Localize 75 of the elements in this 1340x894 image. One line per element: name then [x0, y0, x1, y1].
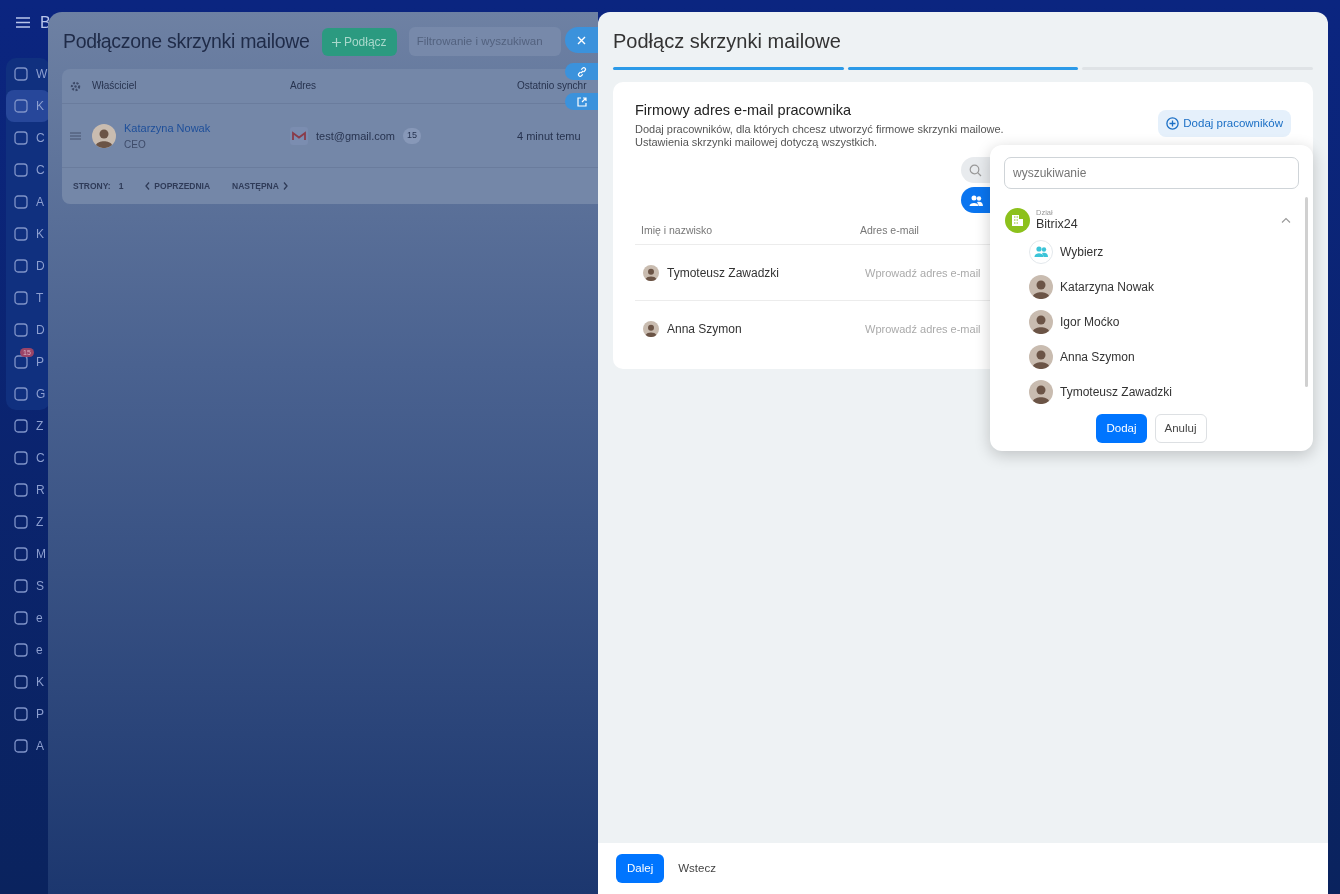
sidebar-item[interactable]: T	[6, 282, 50, 314]
menu-letter: S	[36, 578, 44, 595]
menu-letter: e	[36, 610, 43, 627]
menu-letter: e	[36, 642, 43, 659]
picker-item[interactable]: Wybierz	[1005, 234, 1313, 269]
email-address: test@gmail.com	[316, 128, 396, 144]
column-header: Ostatnio synchr	[517, 81, 588, 92]
page-number: 1	[118, 179, 124, 193]
menu-letter: P	[36, 354, 44, 371]
add-button[interactable]: Dodaj	[1096, 413, 1147, 443]
employee-name: Anna Szymon	[667, 321, 742, 339]
card-description: Dodaj pracowników, dla których chcesz utworzyć firmowe skrzynki mailowe.	[635, 123, 1004, 137]
menu-letter: C	[36, 450, 45, 467]
sidebar-item[interactable]: M	[6, 538, 50, 570]
menu-letter: R	[36, 482, 45, 499]
card-description: Ustawienia skrzynki mailowej dotyczą wszystkich.	[635, 136, 879, 150]
panel-title: Podłącz skrzynki mailowe	[612, 29, 842, 54]
picker-item[interactable]: Igor Moćko	[1005, 304, 1313, 339]
sidebar-item[interactable]: C	[6, 442, 50, 474]
sidebar-item[interactable]: R	[6, 474, 50, 506]
sidebar-item[interactable]: S	[6, 570, 50, 602]
card-title: Firmowy adres e-mail pracownika	[635, 102, 852, 120]
sidebar-item[interactable]: K	[6, 666, 50, 698]
pages-label: STRONY:	[73, 179, 111, 193]
menu-letter: D	[36, 322, 45, 339]
search-field[interactable]: wyszukiwanie	[1004, 157, 1299, 189]
menu-letter: K	[36, 98, 44, 115]
sidebar-item[interactable]: C	[6, 154, 50, 186]
menu-letter: T	[36, 290, 44, 307]
sidebar-item[interactable]: A	[6, 186, 50, 218]
sidebar-item[interactable]: A	[6, 730, 50, 762]
menu-letter: G	[36, 386, 46, 403]
menu-letter: Z	[36, 514, 44, 531]
page-title: Podłączone skrzynki mailowe	[63, 29, 310, 54]
previous-link[interactable]: POPRZEDNIA	[145, 179, 211, 193]
employee-name: Tymoteusz Zawadzki	[667, 264, 780, 282]
menu-letter: D	[36, 258, 45, 275]
menu-letter: K	[36, 674, 44, 691]
sidebar-item[interactable]: D	[6, 314, 50, 346]
sidebar-item[interactable]: e	[6, 634, 50, 666]
menu-letter: A	[36, 194, 44, 211]
menu-letter: C	[36, 130, 45, 147]
cancel-button[interactable]: Anuluj	[1154, 413, 1207, 443]
menu-letter: P	[36, 706, 44, 723]
next-link[interactable]: NASTĘPNA	[232, 179, 288, 193]
sidebar-item[interactable]: G	[6, 378, 50, 410]
picker-item[interactable]: Katarzyna Nowak	[1005, 269, 1313, 304]
sidebar-item[interactable]: Z	[6, 506, 50, 538]
department-name: Bitrix24	[1036, 217, 1079, 231]
column-header: Imię i nazwisko	[641, 223, 714, 238]
sync-time: 4 minut temu	[517, 128, 582, 144]
sidebar-item[interactable]: K	[6, 218, 50, 250]
sidebar-item[interactable]: Z	[6, 410, 50, 442]
next-button[interactable]: Dalej	[616, 853, 665, 884]
menu-letter: A	[36, 738, 44, 755]
add-employees-button[interactable]: Dodaj pracowników	[1158, 110, 1291, 138]
menu-letter: W	[36, 66, 48, 83]
menu-letter: Z	[36, 418, 44, 435]
sidebar-item[interactable]: C	[6, 122, 50, 154]
menu-letter: C	[36, 162, 45, 179]
back-button[interactable]: Wstecz	[670, 853, 724, 884]
picker-item[interactable]: Anna Szymon	[1005, 339, 1313, 374]
column-header: Adres e-mail	[860, 223, 920, 238]
sidebar-item[interactable]: K	[6, 90, 50, 122]
message-count: 15	[403, 128, 422, 144]
column-header: Adres	[290, 81, 318, 92]
sidebar-item[interactable]: P	[6, 698, 50, 730]
owner-position: CEO	[124, 137, 147, 152]
menu-letter: K	[36, 226, 44, 243]
sidebar-item[interactable]: e	[6, 602, 50, 634]
column-header: Właściciel	[92, 81, 138, 92]
sidebar-item[interactable]: W	[6, 58, 50, 90]
sidebar-item[interactable]: D	[6, 250, 50, 282]
menu-letter: M	[36, 546, 46, 563]
picker-item[interactable]: Tymoteusz Zawadzki	[1005, 374, 1313, 409]
